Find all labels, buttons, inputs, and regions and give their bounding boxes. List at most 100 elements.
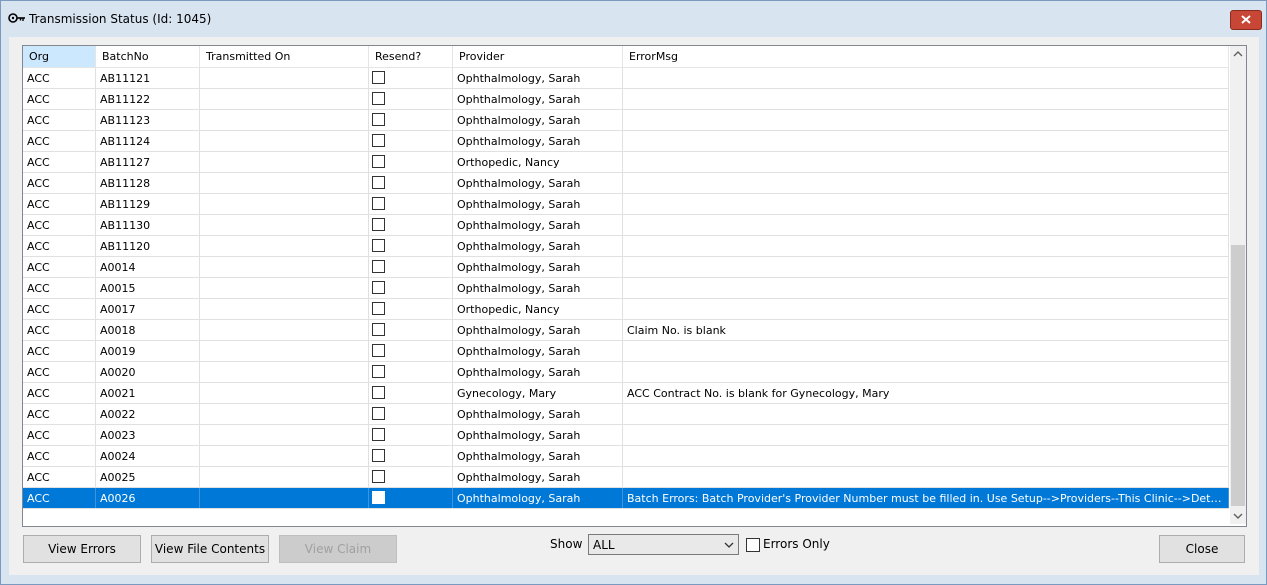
- cell-org: ACC: [23, 131, 96, 151]
- cell-batch: A0025: [96, 467, 200, 487]
- resend-checkbox[interactable]: [372, 92, 385, 105]
- cell-provider: Ophthalmology, Sarah: [453, 68, 623, 88]
- cell-transmitted: [200, 299, 369, 319]
- cell-resend: [369, 425, 453, 445]
- cell-org: ACC: [23, 173, 96, 193]
- table-row[interactable]: ACC AB11121 Ophthalmology, Sarah: [23, 68, 1229, 89]
- table-row[interactable]: ACC AB11127 Orthopedic, Nancy: [23, 152, 1229, 173]
- resend-checkbox[interactable]: [372, 491, 385, 504]
- scroll-thumb[interactable]: [1231, 245, 1245, 506]
- cell-org: ACC: [23, 236, 96, 256]
- resend-checkbox[interactable]: [372, 407, 385, 420]
- cell-transmitted: [200, 236, 369, 256]
- cell-error: [623, 278, 1229, 298]
- cell-error: [623, 467, 1229, 487]
- cell-batch: A0023: [96, 425, 200, 445]
- column-header-resend[interactable]: Resend?: [369, 46, 453, 67]
- cell-transmitted: [200, 215, 369, 235]
- resend-checkbox[interactable]: [372, 218, 385, 231]
- table-row[interactable]: ACC AB11120 Ophthalmology, Sarah: [23, 236, 1229, 257]
- cell-error: Claim No. is blank: [623, 320, 1229, 340]
- column-header-provider[interactable]: Provider: [453, 46, 623, 67]
- table-row[interactable]: ACC A0022 Ophthalmology, Sarah: [23, 404, 1229, 425]
- close-window-button[interactable]: [1230, 10, 1262, 30]
- cell-provider: Ophthalmology, Sarah: [453, 362, 623, 382]
- cell-provider: Ophthalmology, Sarah: [453, 257, 623, 277]
- column-header-org[interactable]: Org: [23, 46, 96, 67]
- cell-resend: [369, 89, 453, 109]
- cell-org: ACC: [23, 257, 96, 277]
- resend-checkbox[interactable]: [372, 134, 385, 147]
- scroll-up-button[interactable]: [1230, 46, 1246, 63]
- resend-checkbox[interactable]: [372, 197, 385, 210]
- table-row[interactable]: ACC A0014 Ophthalmology, Sarah: [23, 257, 1229, 278]
- errors-only-checkbox[interactable]: [746, 538, 760, 552]
- resend-checkbox[interactable]: [372, 386, 385, 399]
- transmission-grid[interactable]: Org BatchNo Transmitted On Resend? Provi…: [22, 45, 1247, 527]
- cell-provider: Ophthalmology, Sarah: [453, 89, 623, 109]
- resend-checkbox[interactable]: [372, 239, 385, 252]
- table-row[interactable]: ACC AB11122 Ophthalmology, Sarah: [23, 89, 1229, 110]
- cell-provider: Ophthalmology, Sarah: [453, 278, 623, 298]
- cell-org: ACC: [23, 425, 96, 445]
- view-errors-button[interactable]: View Errors: [23, 535, 141, 563]
- table-row[interactable]: ACC A0023 Ophthalmology, Sarah: [23, 425, 1229, 446]
- table-row[interactable]: ACC AB11129 Ophthalmology, Sarah: [23, 194, 1229, 215]
- cell-transmitted: [200, 194, 369, 214]
- resend-checkbox[interactable]: [372, 113, 385, 126]
- table-row[interactable]: ACC A0019 Ophthalmology, Sarah: [23, 341, 1229, 362]
- chevron-down-icon: [724, 542, 734, 548]
- table-row[interactable]: ACC AB11130 Ophthalmology, Sarah: [23, 215, 1229, 236]
- cell-error: [623, 152, 1229, 172]
- cell-resend: [369, 362, 453, 382]
- cell-error: [623, 425, 1229, 445]
- cell-org: ACC: [23, 383, 96, 403]
- view-file-contents-button[interactable]: View File Contents: [151, 535, 269, 563]
- resend-checkbox[interactable]: [372, 71, 385, 84]
- cell-error: [623, 236, 1229, 256]
- table-row[interactable]: ACC A0020 Ophthalmology, Sarah: [23, 362, 1229, 383]
- table-row[interactable]: ACC A0025 Ophthalmology, Sarah: [23, 467, 1229, 488]
- errors-only-label[interactable]: Errors Only: [763, 537, 830, 551]
- resend-checkbox[interactable]: [372, 323, 385, 336]
- table-row[interactable]: ACC A0015 Ophthalmology, Sarah: [23, 278, 1229, 299]
- table-row[interactable]: ACC A0017 Orthopedic, Nancy: [23, 299, 1229, 320]
- table-row[interactable]: ACC A0021 Gynecology, Mary ACC Contract No.…: [23, 383, 1229, 404]
- cell-resend: [369, 320, 453, 340]
- table-row[interactable]: ACC AB11124 Ophthalmology, Sarah: [23, 131, 1229, 152]
- resend-checkbox[interactable]: [372, 470, 385, 483]
- column-header-batchno[interactable]: BatchNo: [96, 46, 200, 67]
- resend-checkbox[interactable]: [372, 302, 385, 315]
- table-row[interactable]: ACC A0018 Ophthalmology, Sarah Claim No. is…: [23, 320, 1229, 341]
- cell-org: ACC: [23, 194, 96, 214]
- table-row[interactable]: ACC AB11128 Ophthalmology, Sarah: [23, 173, 1229, 194]
- view-claim-button[interactable]: View Claim: [279, 535, 397, 563]
- resend-checkbox[interactable]: [372, 365, 385, 378]
- column-header-errormsg[interactable]: ErrorMsg: [623, 46, 1229, 67]
- resend-checkbox[interactable]: [372, 176, 385, 189]
- column-header-transmitted-on[interactable]: Transmitted On: [200, 46, 369, 67]
- resend-checkbox[interactable]: [372, 428, 385, 441]
- table-row[interactable]: ACC AB11123 Ophthalmology, Sarah: [23, 110, 1229, 131]
- table-row[interactable]: ACC A0026 Ophthalmology, Sarah Batch Errors…: [23, 488, 1229, 509]
- cell-transmitted: [200, 89, 369, 109]
- resend-checkbox[interactable]: [372, 155, 385, 168]
- cell-resend: [369, 194, 453, 214]
- cell-resend: [369, 341, 453, 361]
- cell-transmitted: [200, 383, 369, 403]
- resend-checkbox[interactable]: [372, 449, 385, 462]
- table-row[interactable]: ACC A0024 Ophthalmology, Sarah: [23, 446, 1229, 467]
- cell-error: [623, 89, 1229, 109]
- resend-checkbox[interactable]: [372, 260, 385, 273]
- close-button[interactable]: Close: [1159, 535, 1245, 563]
- resend-checkbox[interactable]: [372, 281, 385, 294]
- scroll-down-button[interactable]: [1230, 507, 1246, 524]
- title-bar[interactable]: Transmission Status (Id: 1045): [1, 1, 1266, 37]
- resend-checkbox[interactable]: [372, 344, 385, 357]
- vertical-scrollbar[interactable]: [1230, 46, 1246, 524]
- cell-org: ACC: [23, 110, 96, 130]
- cell-org: ACC: [23, 215, 96, 235]
- window-title: Transmission Status (Id: 1045): [29, 12, 212, 26]
- show-dropdown[interactable]: ALL: [588, 534, 739, 555]
- cell-org: ACC: [23, 299, 96, 319]
